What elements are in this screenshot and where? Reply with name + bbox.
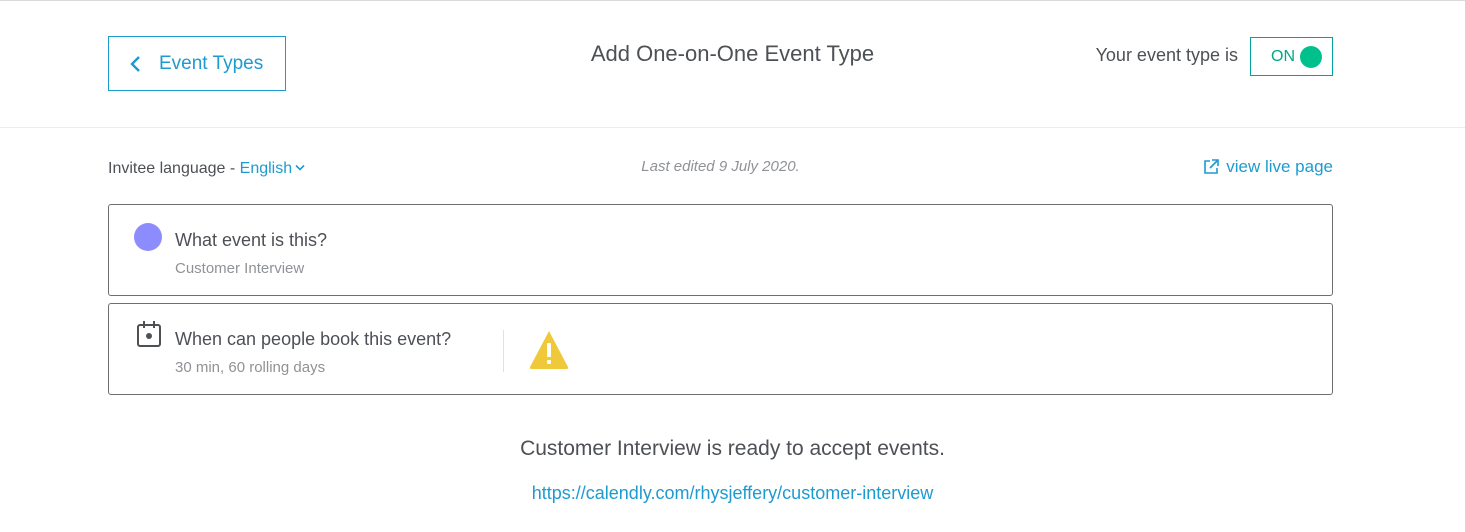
toggle-knob bbox=[1300, 45, 1322, 68]
booking-link[interactable]: https://calendly.com/rhysjeffery/custome… bbox=[532, 483, 933, 503]
booking-link-row: https://calendly.com/rhysjeffery/custome… bbox=[0, 483, 1465, 504]
card-divider bbox=[503, 330, 504, 372]
view-live-page-link[interactable]: view live page bbox=[1202, 157, 1333, 177]
scheduling-card[interactable]: When can people book this event? 30 min,… bbox=[108, 303, 1333, 395]
event-status-toggle[interactable]: ON bbox=[1250, 37, 1333, 76]
header: Event Types Add One-on-One Event Type Yo… bbox=[0, 1, 1465, 128]
purple-dot-icon bbox=[134, 223, 162, 251]
toggle-label: ON bbox=[1271, 47, 1295, 65]
card-title: What event is this? bbox=[175, 230, 328, 250]
subbar: Invitee language - English Last edited 9… bbox=[108, 155, 1333, 181]
event-details-card[interactable]: What event is this? Customer Interview bbox=[108, 204, 1333, 296]
ready-message: Customer Interview is ready to accept ev… bbox=[520, 437, 945, 460]
calendar-icon bbox=[137, 321, 161, 347]
view-live-page-label: view live page bbox=[1226, 157, 1333, 176]
card-subtitle: 30 min, 60 rolling days bbox=[175, 359, 326, 376]
event-status-label: Your event type is bbox=[1095, 45, 1238, 65]
card-subtitle: Customer Interview bbox=[175, 260, 305, 277]
card-title: When can people book this event? bbox=[175, 329, 452, 349]
last-edited-text: Last edited 9 July 2020. bbox=[641, 158, 800, 175]
warning-icon bbox=[529, 331, 569, 369]
external-link-icon bbox=[1204, 159, 1220, 174]
page-title: Add One-on-One Event Type bbox=[590, 41, 875, 66]
